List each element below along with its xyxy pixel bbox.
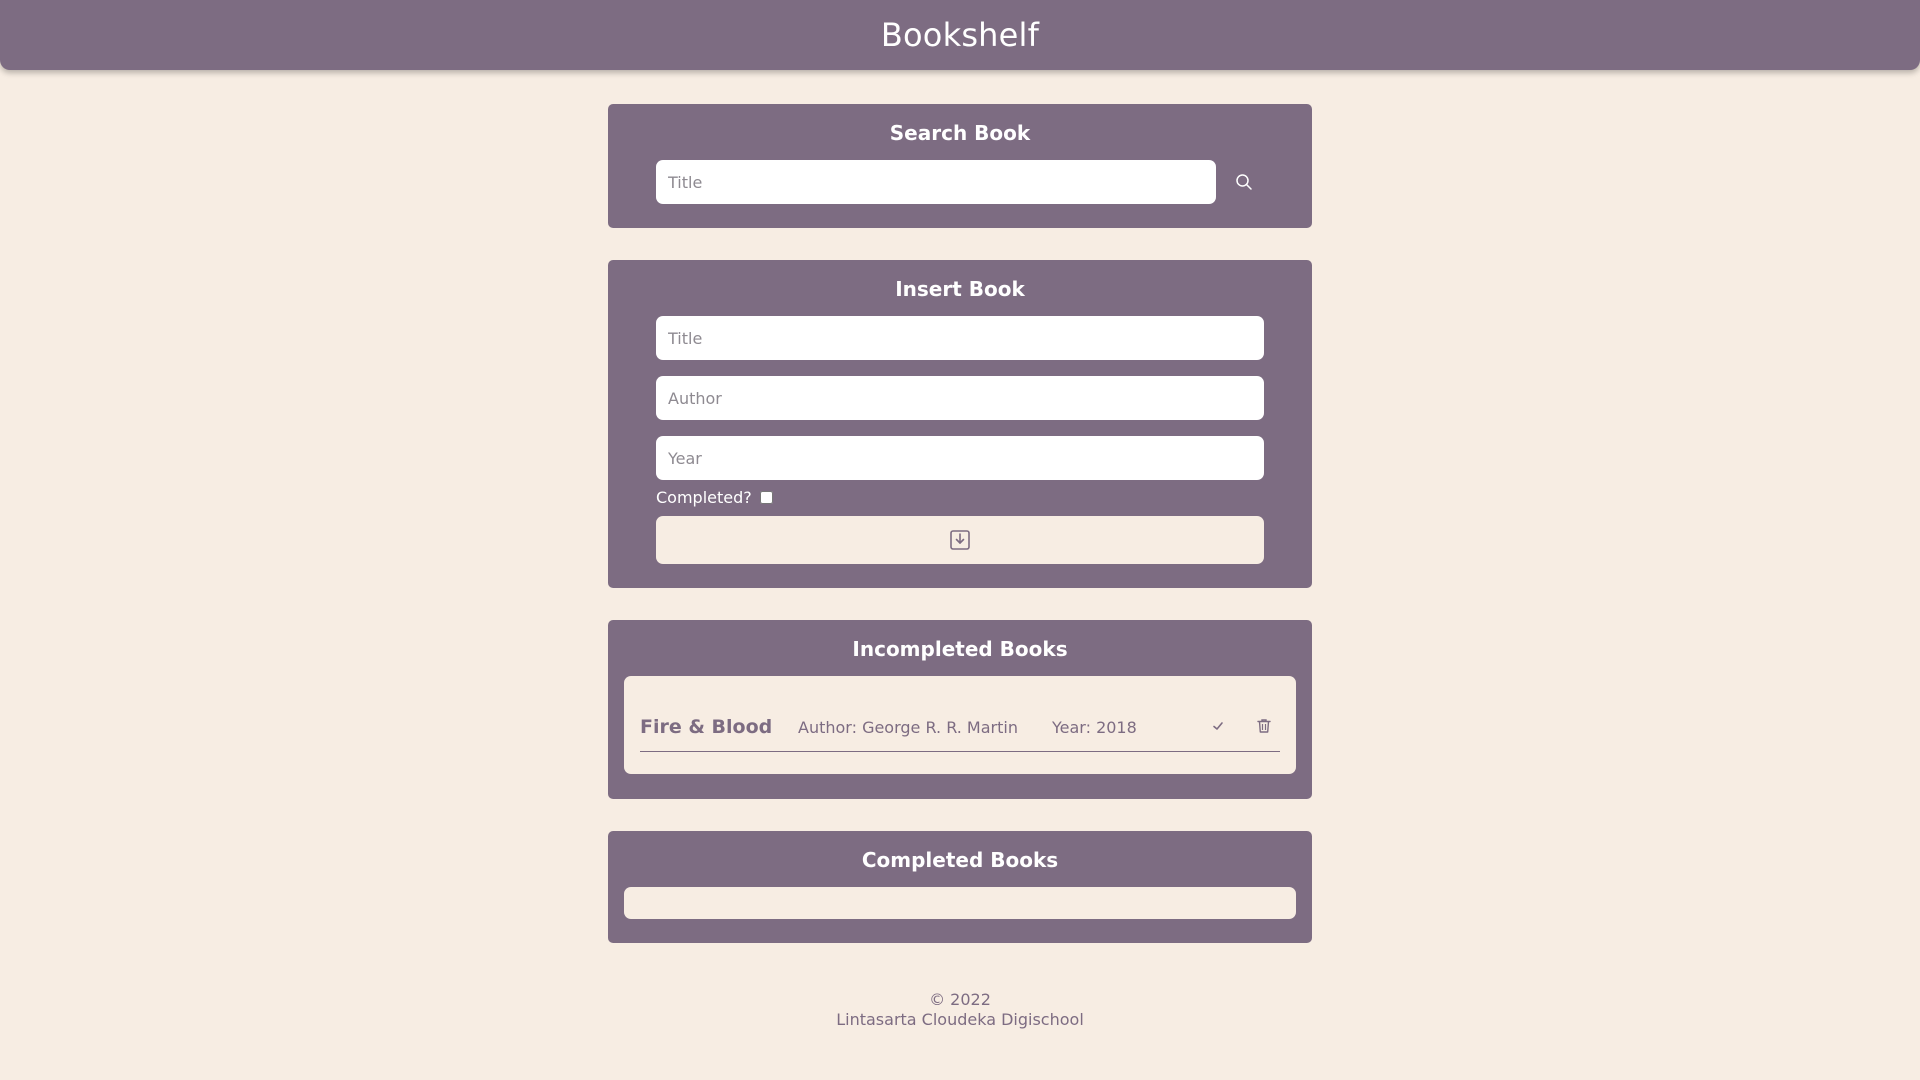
completed-checkbox[interactable]: [759, 491, 773, 504]
search-book-panel: Search Book: [608, 104, 1312, 228]
incompleted-book-list: Fire & Blood Author: George R. R. Martin…: [624, 676, 1296, 774]
incompleted-books-panel: Incompleted Books Fire & Blood Author: G…: [608, 620, 1312, 799]
book-year: Year: 2018: [1052, 718, 1137, 737]
insert-book-heading: Insert Book: [895, 277, 1025, 301]
insert-book-panel: Insert Book Completed?: [608, 260, 1312, 588]
footer: © 2022 Lintasarta Cloudeka Digischool: [0, 990, 1920, 1030]
top-bar: Bookshelf: [0, 0, 1920, 70]
completed-label: Completed?: [656, 488, 752, 507]
completed-books-panel: Completed Books: [608, 831, 1312, 943]
search-book-heading: Search Book: [889, 121, 1031, 145]
check-icon: [1213, 722, 1223, 730]
completed-book-list: [624, 887, 1296, 919]
book-title: Fire & Blood: [640, 716, 773, 738]
insert-year-input[interactable]: [656, 436, 1264, 480]
search-icon: [1236, 174, 1252, 190]
insert-title-input[interactable]: [656, 316, 1264, 360]
book-item: Fire & Blood Author: George R. R. Martin…: [640, 692, 1280, 752]
completed-row: Completed?: [656, 488, 773, 507]
app-title: Bookshelf: [880, 16, 1040, 54]
incompleted-books-heading: Incompleted Books: [852, 637, 1068, 661]
insert-author-input[interactable]: [656, 376, 1264, 420]
mark-complete-button[interactable]: [1206, 714, 1230, 738]
trash-icon: [1257, 719, 1271, 733]
footer-copyright: © 2022: [929, 990, 991, 1009]
search-title-input[interactable]: [656, 160, 1216, 204]
book-author: Author: George R. R. Martin: [798, 718, 1018, 737]
footer-owner: Lintasarta Cloudeka Digischool: [836, 1010, 1084, 1029]
save-download-icon: [950, 530, 970, 550]
completed-books-heading: Completed Books: [861, 848, 1059, 872]
delete-book-button[interactable]: [1252, 714, 1276, 738]
insert-book-button[interactable]: [656, 516, 1264, 564]
search-button[interactable]: [1228, 166, 1260, 198]
